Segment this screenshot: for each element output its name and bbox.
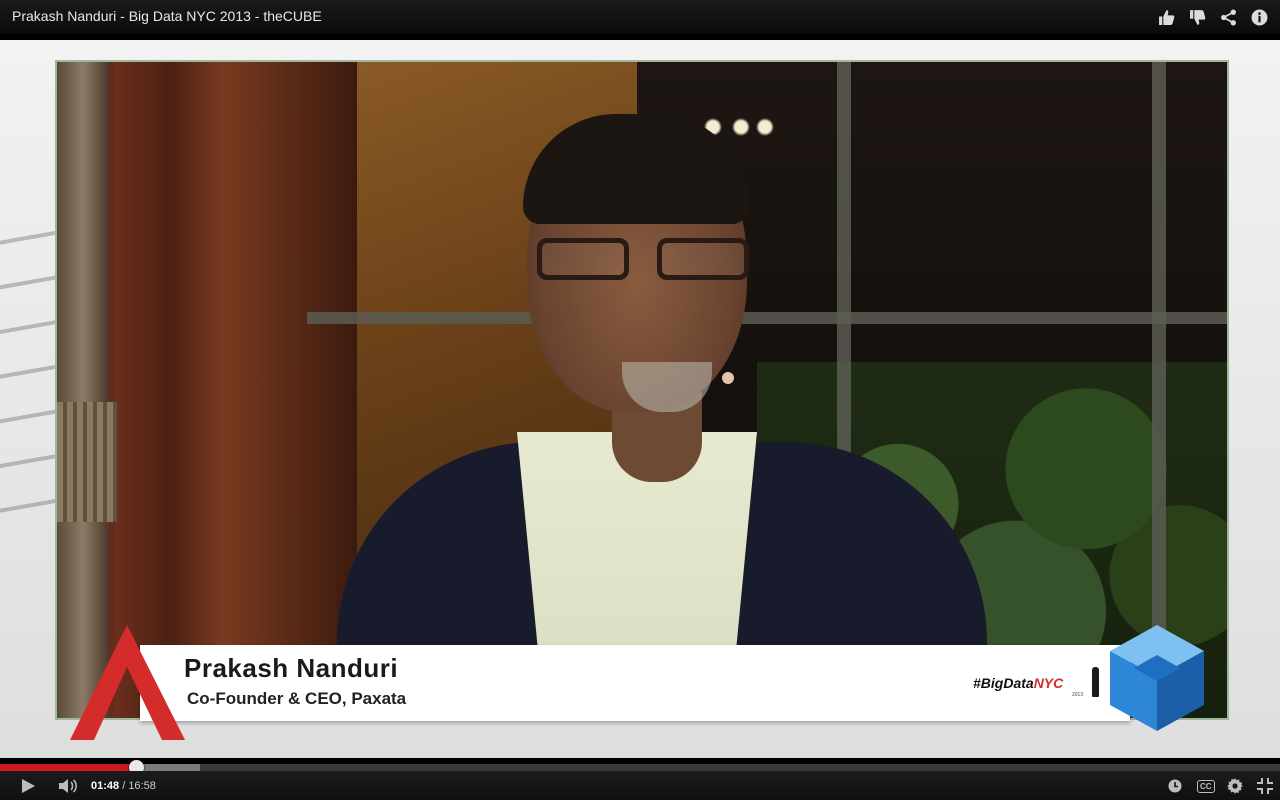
captions-label: CC	[1197, 779, 1215, 793]
bottle-logo-icon	[1092, 667, 1099, 697]
volume-icon[interactable]	[59, 777, 79, 795]
seek-bar[interactable]	[0, 760, 1280, 775]
video-frame[interactable]: Prakash Nanduri Co-Founder & CEO, Paxata…	[0, 40, 1280, 758]
headset-microphone	[722, 372, 734, 384]
thumbs-down-icon[interactable]	[1186, 6, 1208, 28]
name-lower-third: Prakash Nanduri Co-Founder & CEO, Paxata…	[140, 645, 1130, 721]
share-icon[interactable]	[1217, 6, 1239, 28]
play-icon[interactable]	[20, 777, 36, 795]
glasses-lens-left	[537, 238, 629, 280]
video-title-bar: Prakash Nanduri - Big Data NYC 2013 - th…	[0, 0, 1280, 34]
captions-icon[interactable]: CC	[1197, 777, 1215, 795]
glasses-lens-right	[657, 238, 749, 280]
frame-decoration	[0, 200, 60, 520]
stone-pillar	[57, 62, 109, 718]
duration: 16:58	[128, 780, 156, 792]
thecube-logo	[1110, 625, 1204, 731]
thumbs-up-icon[interactable]	[1155, 6, 1177, 28]
window-mullion	[1152, 62, 1166, 718]
pillar-detail	[57, 402, 117, 522]
video-title[interactable]: Prakash Nanduri - Big Data NYC 2013 - th…	[12, 8, 322, 24]
current-time: 01:48	[91, 780, 120, 792]
speaker-glasses	[537, 238, 749, 284]
settings-gear-icon[interactable]	[1227, 777, 1243, 795]
watch-later-icon[interactable]	[1168, 777, 1182, 795]
player-controls: 01:48 / 16:58 CC	[0, 771, 1280, 800]
hashtag-suffix: NYC	[1033, 675, 1064, 691]
event-hashtag: #BigDataNYC	[973, 675, 1063, 691]
exit-fullscreen-icon[interactable]	[1257, 777, 1273, 795]
speaker-title: Co-Founder & CEO, Paxata	[187, 689, 407, 708]
played-range	[0, 764, 136, 771]
info-icon[interactable]	[1248, 6, 1270, 28]
hashtag-year: 2013	[1072, 692, 1084, 698]
video-scene	[55, 60, 1229, 720]
speaker-name: Prakash Nanduri	[184, 653, 399, 683]
time-separator: /	[119, 780, 129, 792]
time-display: 01:48 / 16:58	[91, 780, 156, 792]
top-actions	[1155, 6, 1270, 28]
siliconangle-a-logo	[70, 625, 185, 740]
window-mullion	[307, 312, 1227, 324]
hashtag-prefix: #BigData	[973, 675, 1034, 691]
